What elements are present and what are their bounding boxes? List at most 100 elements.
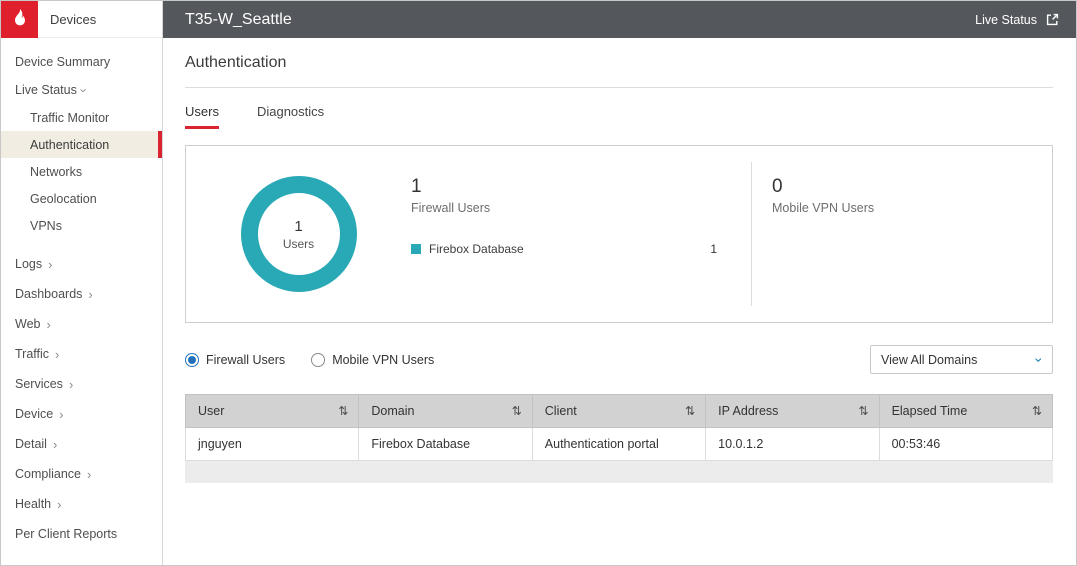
live-status-link[interactable]: Live Status — [975, 12, 1060, 27]
mobile-vpn-users-count: 0 — [772, 176, 1052, 198]
chevron-right-icon: › — [88, 288, 92, 301]
sidebar-item-geolocation[interactable]: Geolocation — [1, 185, 162, 212]
donut-value: 1 — [294, 218, 302, 235]
radio-label: Mobile VPN Users — [332, 353, 434, 367]
cell-client: Authentication portal — [532, 428, 705, 461]
device-title: T35-W_Seattle — [185, 11, 292, 29]
radio-circle-icon — [311, 353, 325, 367]
legend-swatch-icon — [411, 244, 421, 254]
tab-diagnostics[interactable]: Diagnostics — [257, 104, 324, 129]
sidebar-item-label: Health — [15, 497, 51, 511]
sidebar-item-label: Device Summary — [15, 55, 110, 69]
sidebar-item-label: Live Status — [15, 83, 77, 97]
sidebar-item-device[interactable]: Device › — [1, 399, 162, 429]
sidebar-item-label: Web — [15, 317, 40, 331]
sidebar-item-label: Logs — [15, 257, 42, 271]
sidebar-item-label: Geolocation — [30, 192, 97, 206]
chevron-right-icon: › — [46, 318, 50, 331]
radio-mobile-vpn-users[interactable]: Mobile VPN Users — [311, 353, 434, 367]
sidebar-item-label: Detail — [15, 437, 47, 451]
sidebar: Devices Device Summary Live Status › Tra… — [1, 1, 163, 565]
users-summary-panel: 1 Users 1 Firewall Users Firebox Databas… — [185, 145, 1053, 323]
mobile-vpn-users-label: Mobile VPN Users — [772, 201, 1052, 215]
column-label: Domain — [371, 404, 414, 418]
sidebar-item-label: Device — [15, 407, 53, 421]
sidebar-item-device-summary[interactable]: Device Summary — [1, 48, 162, 76]
cell-user: jnguyen — [186, 428, 359, 461]
cell-ip-address: 10.0.1.2 — [706, 428, 879, 461]
domains-dropdown[interactable]: View All Domains › — [870, 345, 1053, 374]
tab-label: Users — [185, 104, 219, 119]
sidebar-item-web[interactable]: Web › — [1, 309, 162, 339]
sidebar-item-dashboards[interactable]: Dashboards › — [1, 279, 162, 309]
donut-label: Users — [283, 237, 314, 251]
sidebar-item-label: Authentication — [30, 138, 109, 152]
sidebar-item-per-client-reports[interactable]: Per Client Reports — [1, 519, 162, 549]
column-header-elapsed-time[interactable]: Elapsed Time ⇅ — [879, 395, 1052, 428]
sort-icon: ⇅ — [1032, 404, 1042, 418]
page-title: Authentication — [185, 54, 1053, 88]
sidebar-item-traffic-monitor[interactable]: Traffic Monitor — [1, 104, 162, 131]
column-header-client[interactable]: Client ⇅ — [532, 395, 705, 428]
sidebar-nav: Device Summary Live Status › Traffic Mon… — [1, 38, 162, 565]
sidebar-item-traffic[interactable]: Traffic › — [1, 339, 162, 369]
sidebar-item-services[interactable]: Services › — [1, 369, 162, 399]
sidebar-item-live-status[interactable]: Live Status › — [1, 76, 162, 104]
firewall-users-label: Firewall Users — [411, 201, 717, 215]
sidebar-item-label: Traffic — [15, 347, 49, 361]
sidebar-item-authentication[interactable]: Authentication — [1, 131, 162, 158]
radio-label: Firewall Users — [206, 353, 285, 367]
filter-controls: Firewall Users Mobile VPN Users View All… — [185, 345, 1053, 374]
column-header-ip-address[interactable]: IP Address ⇅ — [706, 395, 879, 428]
chevron-right-icon: › — [55, 348, 59, 361]
column-header-user[interactable]: User ⇅ — [186, 395, 359, 428]
sidebar-item-label: Dashboards — [15, 287, 82, 301]
legend-value: 1 — [710, 242, 717, 256]
column-label: IP Address — [718, 404, 778, 418]
sidebar-item-label: Services — [15, 377, 63, 391]
tab-label: Diagnostics — [257, 104, 324, 119]
sidebar-item-label: Traffic Monitor — [30, 111, 109, 125]
radio-circle-icon — [185, 353, 199, 367]
dropdown-value: View All Domains — [881, 353, 977, 367]
chevron-right-icon: › — [48, 258, 52, 271]
app-window: Devices Device Summary Live Status › Tra… — [0, 0, 1077, 566]
column-label: User — [198, 404, 224, 418]
chevron-right-icon: › — [53, 438, 57, 451]
sidebar-item-logs[interactable]: Logs › — [1, 249, 162, 279]
sidebar-item-vpns[interactable]: VPNs — [1, 212, 162, 239]
sidebar-item-health[interactable]: Health › — [1, 489, 162, 519]
sidebar-item-label: Networks — [30, 165, 82, 179]
chevron-down-icon: › — [1033, 357, 1047, 362]
firewall-users-stat: 1 Firewall Users Firebox Database 1 — [411, 176, 751, 256]
column-label: Elapsed Time — [892, 404, 968, 418]
radio-firewall-users[interactable]: Firewall Users — [185, 353, 285, 367]
sidebar-item-networks[interactable]: Networks — [1, 158, 162, 185]
table-header-row: User ⇅ Domain ⇅ — [186, 395, 1053, 428]
content-area: Authentication Users Diagnostics 1 Users — [163, 38, 1076, 565]
watchguard-logo[interactable] — [1, 1, 38, 38]
sort-icon: ⇅ — [512, 404, 522, 418]
external-link-icon — [1045, 12, 1060, 27]
flame-icon — [11, 9, 29, 29]
tab-users[interactable]: Users — [185, 104, 219, 129]
cell-domain: Firebox Database — [359, 428, 532, 461]
column-label: Client — [545, 404, 577, 418]
chevron-right-icon: › — [59, 408, 63, 421]
users-donut-chart: 1 Users — [241, 176, 357, 292]
user-type-radio-group: Firewall Users Mobile VPN Users — [185, 353, 434, 367]
sidebar-item-detail[interactable]: Detail › — [1, 429, 162, 459]
sidebar-item-label: VPNs — [30, 219, 62, 233]
column-header-domain[interactable]: Domain ⇅ — [359, 395, 532, 428]
sort-icon: ⇅ — [685, 404, 695, 418]
legend-label: Firebox Database — [429, 242, 524, 256]
top-header-bar: T35-W_Seattle Live Status — [163, 1, 1076, 38]
live-status-label: Live Status — [975, 13, 1037, 27]
cell-elapsed-time: 00:53:46 — [879, 428, 1052, 461]
chevron-right-icon: › — [87, 468, 91, 481]
chevron-right-icon: › — [69, 378, 73, 391]
sidebar-item-compliance[interactable]: Compliance › — [1, 459, 162, 489]
sidebar-brand: Devices — [1, 1, 162, 38]
main-area: T35-W_Seattle Live Status Authentication… — [163, 1, 1076, 565]
sort-icon: ⇅ — [338, 404, 348, 418]
